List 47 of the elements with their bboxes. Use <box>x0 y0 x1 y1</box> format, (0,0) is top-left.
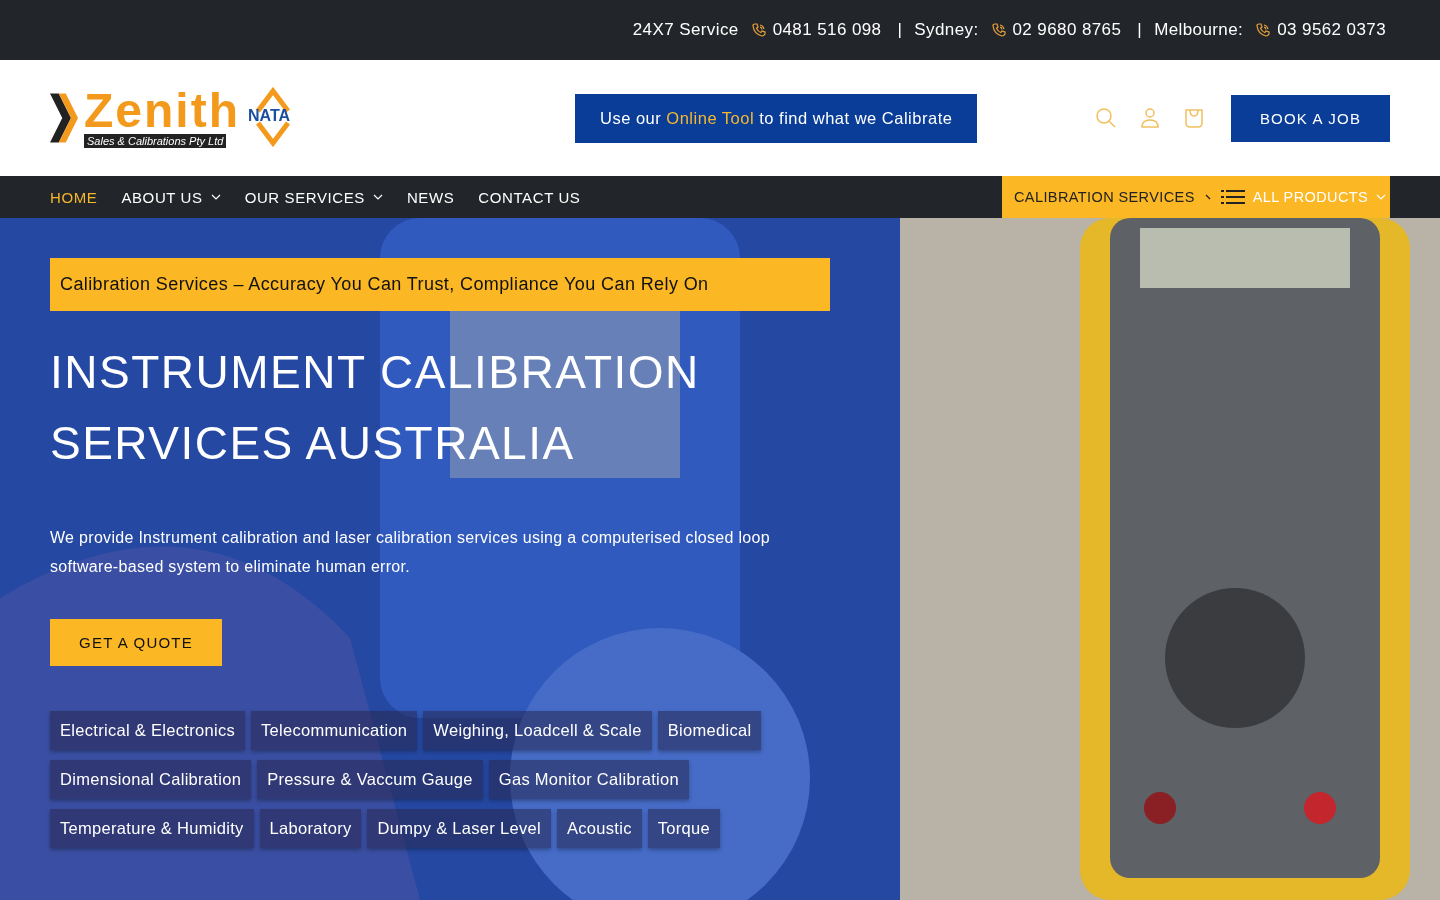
caret-icon <box>210 194 221 200</box>
search-icon[interactable] <box>1095 107 1117 129</box>
nav-item[interactable]: ABOUT US <box>121 188 221 206</box>
phone-link[interactable]: 0481 516 098 <box>772 20 882 40</box>
logo-tagline: Sales & Calibrations Pty Ltd <box>84 134 227 148</box>
cart-icon[interactable] <box>1183 107 1205 129</box>
separator: | <box>1137 20 1143 40</box>
service-tag[interactable]: Electrical & Electronics <box>50 711 245 750</box>
caret-icon <box>1376 194 1387 200</box>
service-tag[interactable]: Biomedical <box>657 711 762 750</box>
service-tag[interactable]: Gas Monitor Calibration <box>488 760 689 799</box>
separator: | <box>897 20 903 40</box>
caret-icon <box>372 194 383 200</box>
logo-name: Zenith <box>84 88 240 134</box>
hero-banner: Calibration Services – Accuracy You Can Trust, Compliance You Can Rely On <box>50 258 830 311</box>
service-tag[interactable]: Laboratory <box>259 809 362 848</box>
service-tag[interactable]: Telecommunication <box>251 711 418 750</box>
nav-item[interactable]: OUR SERVICES <box>244 188 383 206</box>
service-label: 24X7 Service <box>632 20 739 40</box>
chevron-logo-icon <box>50 91 78 145</box>
service-tag[interactable]: Temperature & Humidity <box>50 809 254 848</box>
service-tag[interactable]: Torque <box>647 809 720 848</box>
phone-link[interactable]: 02 9680 8765 <box>1012 20 1122 40</box>
hero-description: We provide Instrument calibration and laser calibration services using a computerised closed loop software-based system to eliminate human error. <box>50 528 771 577</box>
nav-item[interactable]: CONTACT US <box>478 188 581 206</box>
nav-item[interactable]: HOME <box>50 188 98 206</box>
service-tag[interactable]: Weighing, Loadcell & Scale <box>423 711 652 750</box>
hero-title: INSTRUMENT CALIBRATION SERVICES AUSTRALIA <box>50 345 701 471</box>
service-tag[interactable]: Dimensional Calibration <box>50 760 252 799</box>
phone-link[interactable]: 03 9562 0373 <box>1277 20 1386 40</box>
service-tag[interactable]: Dumpy & Laser Level <box>367 809 551 848</box>
phone-icon <box>990 22 1007 38</box>
nav-item[interactable]: NEWS <box>406 188 455 206</box>
service-tag[interactable]: Acoustic <box>556 809 642 848</box>
get-quote-button[interactable]: GET A QUOTE <box>50 619 222 666</box>
calibration-services-menu[interactable]: CALIBRATION SERVICES <box>1014 189 1211 205</box>
list-icon <box>1220 190 1245 204</box>
phone-icon <box>1255 22 1272 38</box>
nata-label: NATA <box>248 107 291 125</box>
city-label: Melbourne: <box>1154 20 1244 40</box>
service-tag[interactable]: Pressure & Vaccum Gauge <box>257 760 483 799</box>
online-tool-banner[interactable]: Use our Online Tool to find what we Calibrate <box>575 93 978 143</box>
city-label: Sydney: <box>914 20 979 40</box>
caret-icon <box>1204 194 1211 200</box>
phone-icon <box>750 22 767 38</box>
account-icon[interactable] <box>1139 107 1161 129</box>
book-job-button[interactable]: BOOK A JOB <box>1231 94 1390 142</box>
